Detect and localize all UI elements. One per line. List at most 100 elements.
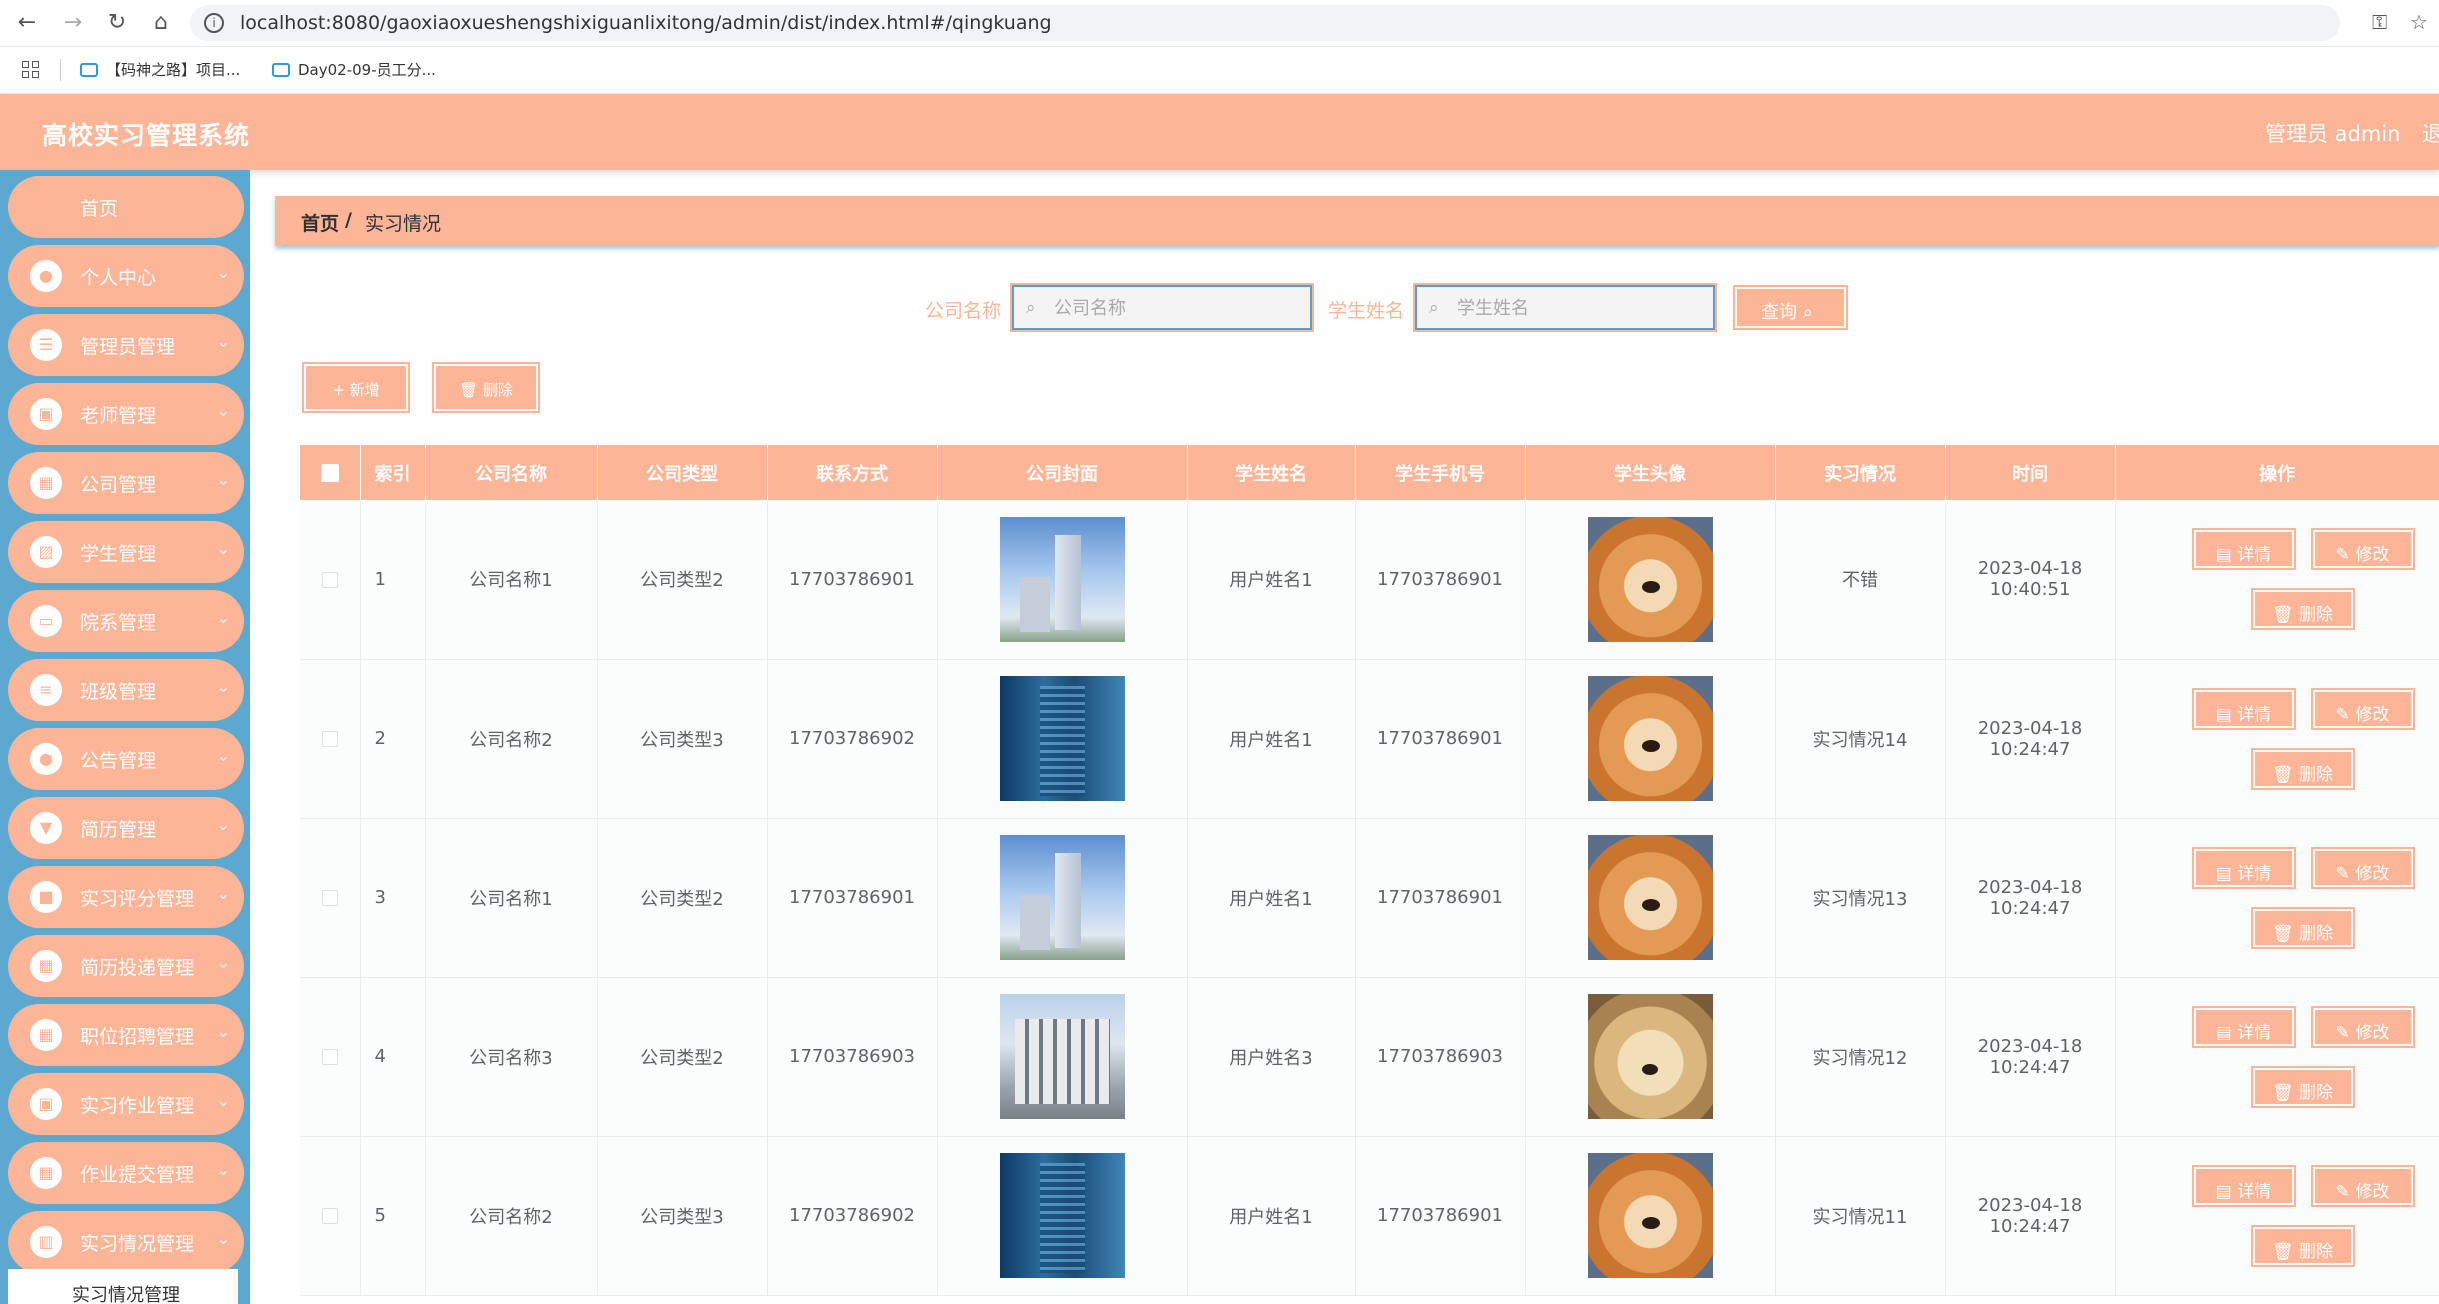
operations-cell: ▤ 详情 ✎ 修改 🗑 删除 [2115,1136,2439,1296]
status-cell: 不错 [1775,500,1946,660]
sidebar-subitem-internship-status[interactable]: 实习情况管理 [8,1269,238,1304]
row-checkbox[interactable] [300,1136,361,1296]
sidebar-item-admins[interactable]: ☰ 管理员管理 ⌄ [8,314,244,376]
reload-icon[interactable]: ↻ [102,8,132,38]
detail-button[interactable]: ▤ 详情 [2191,846,2296,889]
student-avatar-image[interactable] [1587,835,1713,960]
bookmark-star-icon[interactable]: ☆ [2410,10,2428,34]
company-cover-image[interactable] [999,835,1125,960]
sidebar: 首页 ● 个人中心 ⌄ ☰ 管理员管理 ⌄ ▣ 老师管理 ⌄ ▦ 公司管理 ⌄ ▨ 学生管理 ⌄ ▭… [0,170,250,1304]
sidebar-item-companies[interactable]: ▦ 公司管理 ⌄ [8,452,244,514]
delete-button[interactable]: 🗑 删除 [2250,906,2355,949]
sidebar-item-resume-delivery[interactable]: ▦ 简历投递管理 ⌄ [8,935,244,997]
home-icon[interactable]: ⌂ [146,8,176,38]
student-name-label: 学生姓名 [1328,300,1405,322]
operations-cell: ▤ 详情 ✎ 修改 🗑 删除 [2115,977,2439,1137]
student-name-cell: 用户姓名1 [1187,818,1356,978]
student-avatar-image[interactable] [1587,676,1713,801]
time-cell: 2023-04-18 10:24:47 [1945,977,2116,1137]
operations-cell: ▤ 详情 ✎ 修改 🗑 删除 [2115,818,2439,978]
student-name-cell: 用户姓名1 [1187,1136,1356,1296]
company-name-input[interactable] [1052,291,1302,325]
delete-button[interactable]: 🗑 删除 [2250,588,2355,630]
bookmark-item[interactable]: Day02-09-员工分... [272,59,436,83]
sidebar-item-label: 简历投递管理 [80,957,195,979]
student-name-input-box[interactable]: ⌕ [1415,285,1715,330]
student-avatar-image[interactable] [1587,1153,1713,1278]
user-icon: ● [30,260,62,292]
sidebar-item-resumes[interactable]: ▼ 简历管理 ⌄ [8,797,244,859]
detail-button[interactable]: ▤ 详情 [2191,1005,2296,1048]
detail-button[interactable]: ▤ 详情 [2191,528,2296,570]
company-name-input-box[interactable]: ⌕ [1012,285,1312,330]
chevron-down-icon: ⌄ [216,539,230,558]
contact-cell: 17703786902 [767,1136,938,1296]
breadcrumb: 首页 / 实习情况 [275,196,2439,246]
edit-button[interactable]: ✎ 修改 [2310,1005,2415,1048]
sidebar-item-notices[interactable]: ● 公告管理 ⌄ [8,728,244,790]
company-cover-image[interactable] [999,676,1125,801]
student-avatar-image[interactable] [1587,516,1713,642]
company-cover-image[interactable] [999,1153,1125,1278]
sidebar-item-profile[interactable]: ● 个人中心 ⌄ [8,245,244,307]
current-user: 管理员 admin [2265,122,2401,146]
detail-button[interactable]: ▤ 详情 [2191,1164,2296,1207]
edit-button[interactable]: ✎ 修改 [2310,687,2415,730]
site-info-icon[interactable]: i [204,13,224,33]
sidebar-item-label: 个人中心 [80,267,157,289]
delete-button[interactable]: 🗑 删除 [2250,1224,2355,1267]
url-field[interactable]: i localhost:8080/gaoxiaoxueshengshixigua… [190,5,2340,41]
avatar-cell [1525,1136,1776,1296]
sidebar-item-departments[interactable]: ▭ 院系管理 ⌄ [8,590,244,652]
edit-button[interactable]: ✎ 修改 [2310,1164,2415,1207]
sidebar-item-label: 简历管理 [80,819,157,841]
monitor-icon: ▭ [30,605,62,637]
batch-delete-button[interactable]: 🗑 删除 [432,362,540,413]
apps-grid-icon[interactable] [22,61,40,79]
breadcrumb-home[interactable]: 首页 [301,209,339,236]
forward-icon[interactable]: → [58,8,88,38]
sidebar-item-students[interactable]: ▨ 学生管理 ⌄ [8,521,244,583]
row-checkbox[interactable] [300,659,361,819]
sidebar-item-submissions[interactable]: ▦ 作业提交管理 ⌄ [8,1142,244,1204]
sidebar-item-home[interactable]: 首页 [8,176,244,238]
logout-link[interactable]: 退 [2422,118,2439,148]
chevron-down-icon: ⌄ [216,1160,230,1179]
password-key-icon[interactable]: ⚿ [2372,10,2387,34]
query-button[interactable]: 查询 ⌕ [1733,285,1848,330]
sidebar-item-assignments[interactable]: ▣ 实习作业管理 ⌄ [8,1073,244,1135]
row-checkbox[interactable] [300,977,361,1137]
student-avatar-image[interactable] [1587,994,1713,1119]
grid-icon: ▦ [30,1019,62,1051]
chevron-down-icon: ⌄ [216,1022,230,1041]
back-icon[interactable]: ← [12,8,42,38]
edit-button[interactable]: ✎ 修改 [2310,846,2415,889]
sidebar-item-teachers[interactable]: ▣ 老师管理 ⌄ [8,383,244,445]
breadcrumb-separator: / [345,209,352,231]
chevron-down-icon: ⌄ [216,953,230,972]
select-all-checkbox[interactable] [300,445,361,500]
row-index: 1 [360,500,426,660]
row-checkbox[interactable] [300,500,361,660]
chevron-down-icon: ⌄ [216,470,230,489]
sidebar-item-recruitment[interactable]: ▦ 职位招聘管理 ⌄ [8,1004,244,1066]
student-phone-cell: 17703786901 [1355,1136,1526,1296]
status-cell: 实习情况13 [1775,818,1946,978]
row-index: 5 [360,1136,426,1296]
company-cover-image[interactable] [999,994,1125,1119]
sidebar-item-classes[interactable]: ≡ 班级管理 ⌄ [8,659,244,721]
company-cover-image[interactable] [999,516,1125,642]
detail-button-label: ▤ 详情 [2215,545,2272,565]
student-name-input[interactable] [1455,291,1705,325]
delete-button[interactable]: 🗑 删除 [2250,747,2355,790]
add-button[interactable]: + 新增 [302,362,410,413]
detail-button[interactable]: ▤ 详情 [2191,687,2296,730]
sidebar-item-internship-status[interactable]: ▥ 实习情况管理 ⌄ [8,1211,244,1273]
breadcrumb-current: 实习情况 [365,213,442,235]
student-name-cell: 用户姓名1 [1187,500,1356,660]
sidebar-item-ratings[interactable]: ■ 实习评分管理 ⌄ [8,866,244,928]
delete-button[interactable]: 🗑 删除 [2250,1065,2355,1108]
bookmark-item[interactable]: 【码神之路】项目... [80,59,240,83]
row-checkbox[interactable] [300,818,361,978]
edit-button[interactable]: ✎ 修改 [2310,528,2415,570]
